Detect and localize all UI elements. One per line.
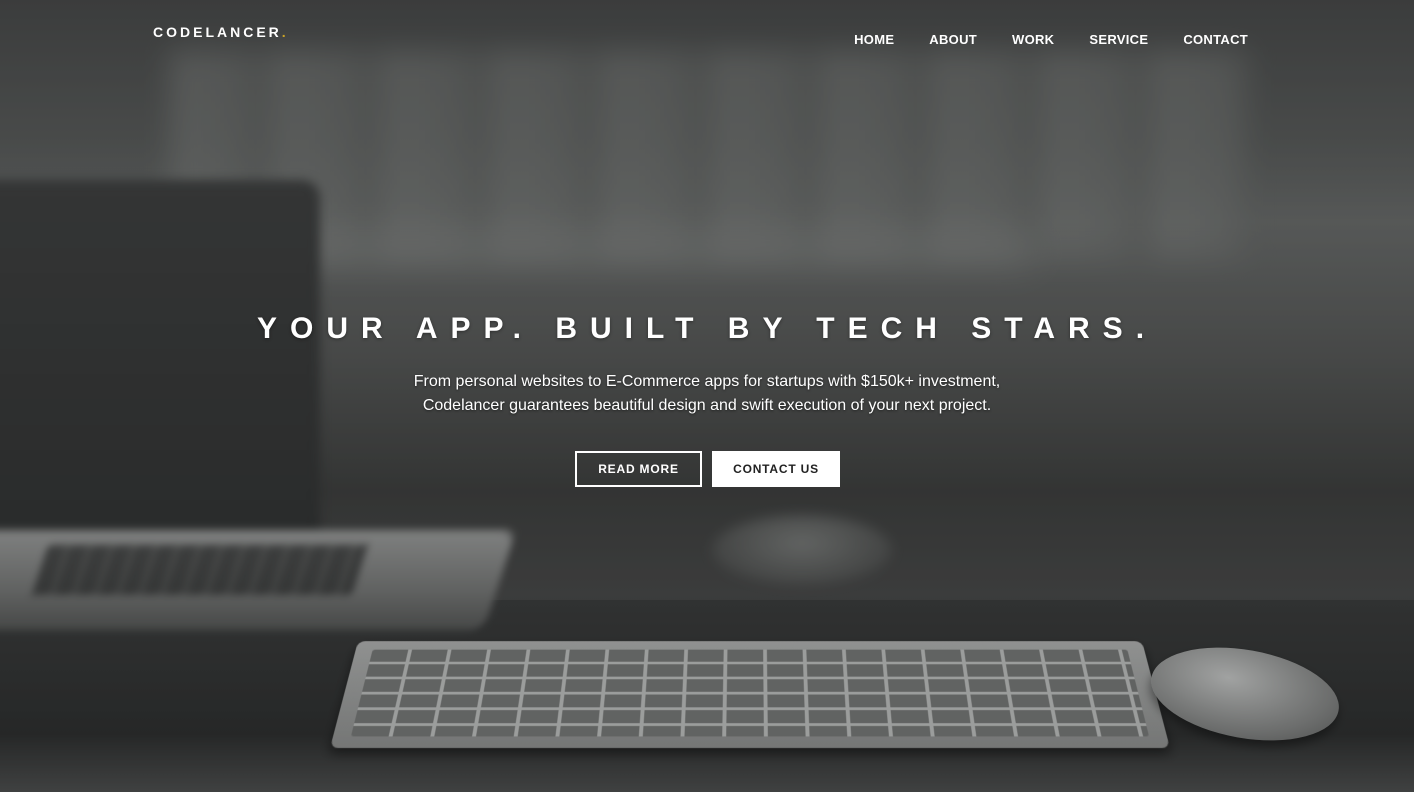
hero-subtitle-line-2: Codelancer guarantees beautiful design a… <box>422 397 992 414</box>
read-more-button[interactable]: READ MORE <box>575 451 702 487</box>
hero-headline: YOUR APP. BUILT BY TECH STARS. <box>256 312 1158 345</box>
nav-service[interactable]: SERVICE <box>1089 32 1148 47</box>
hero-subtitle: From personal websites to E-Commerce app… <box>0 370 1414 418</box>
contact-us-button[interactable]: CONTACT US <box>712 451 840 487</box>
brand-dot: . <box>281 24 289 40</box>
nav-home[interactable]: HOME <box>854 32 894 47</box>
main-nav: HOME ABOUT WORK SERVICE CONTACT <box>819 32 1248 47</box>
brand-logo[interactable]: CODELANCER. <box>153 24 289 42</box>
nav-work[interactable]: WORK <box>1012 32 1054 47</box>
nav-about[interactable]: ABOUT <box>929 32 977 47</box>
hero-subtitle-line-1: From personal websites to E-Commerce app… <box>413 373 1001 390</box>
nav-contact[interactable]: CONTACT <box>1183 32 1248 47</box>
brand-name: CODELANCER <box>153 24 282 40</box>
